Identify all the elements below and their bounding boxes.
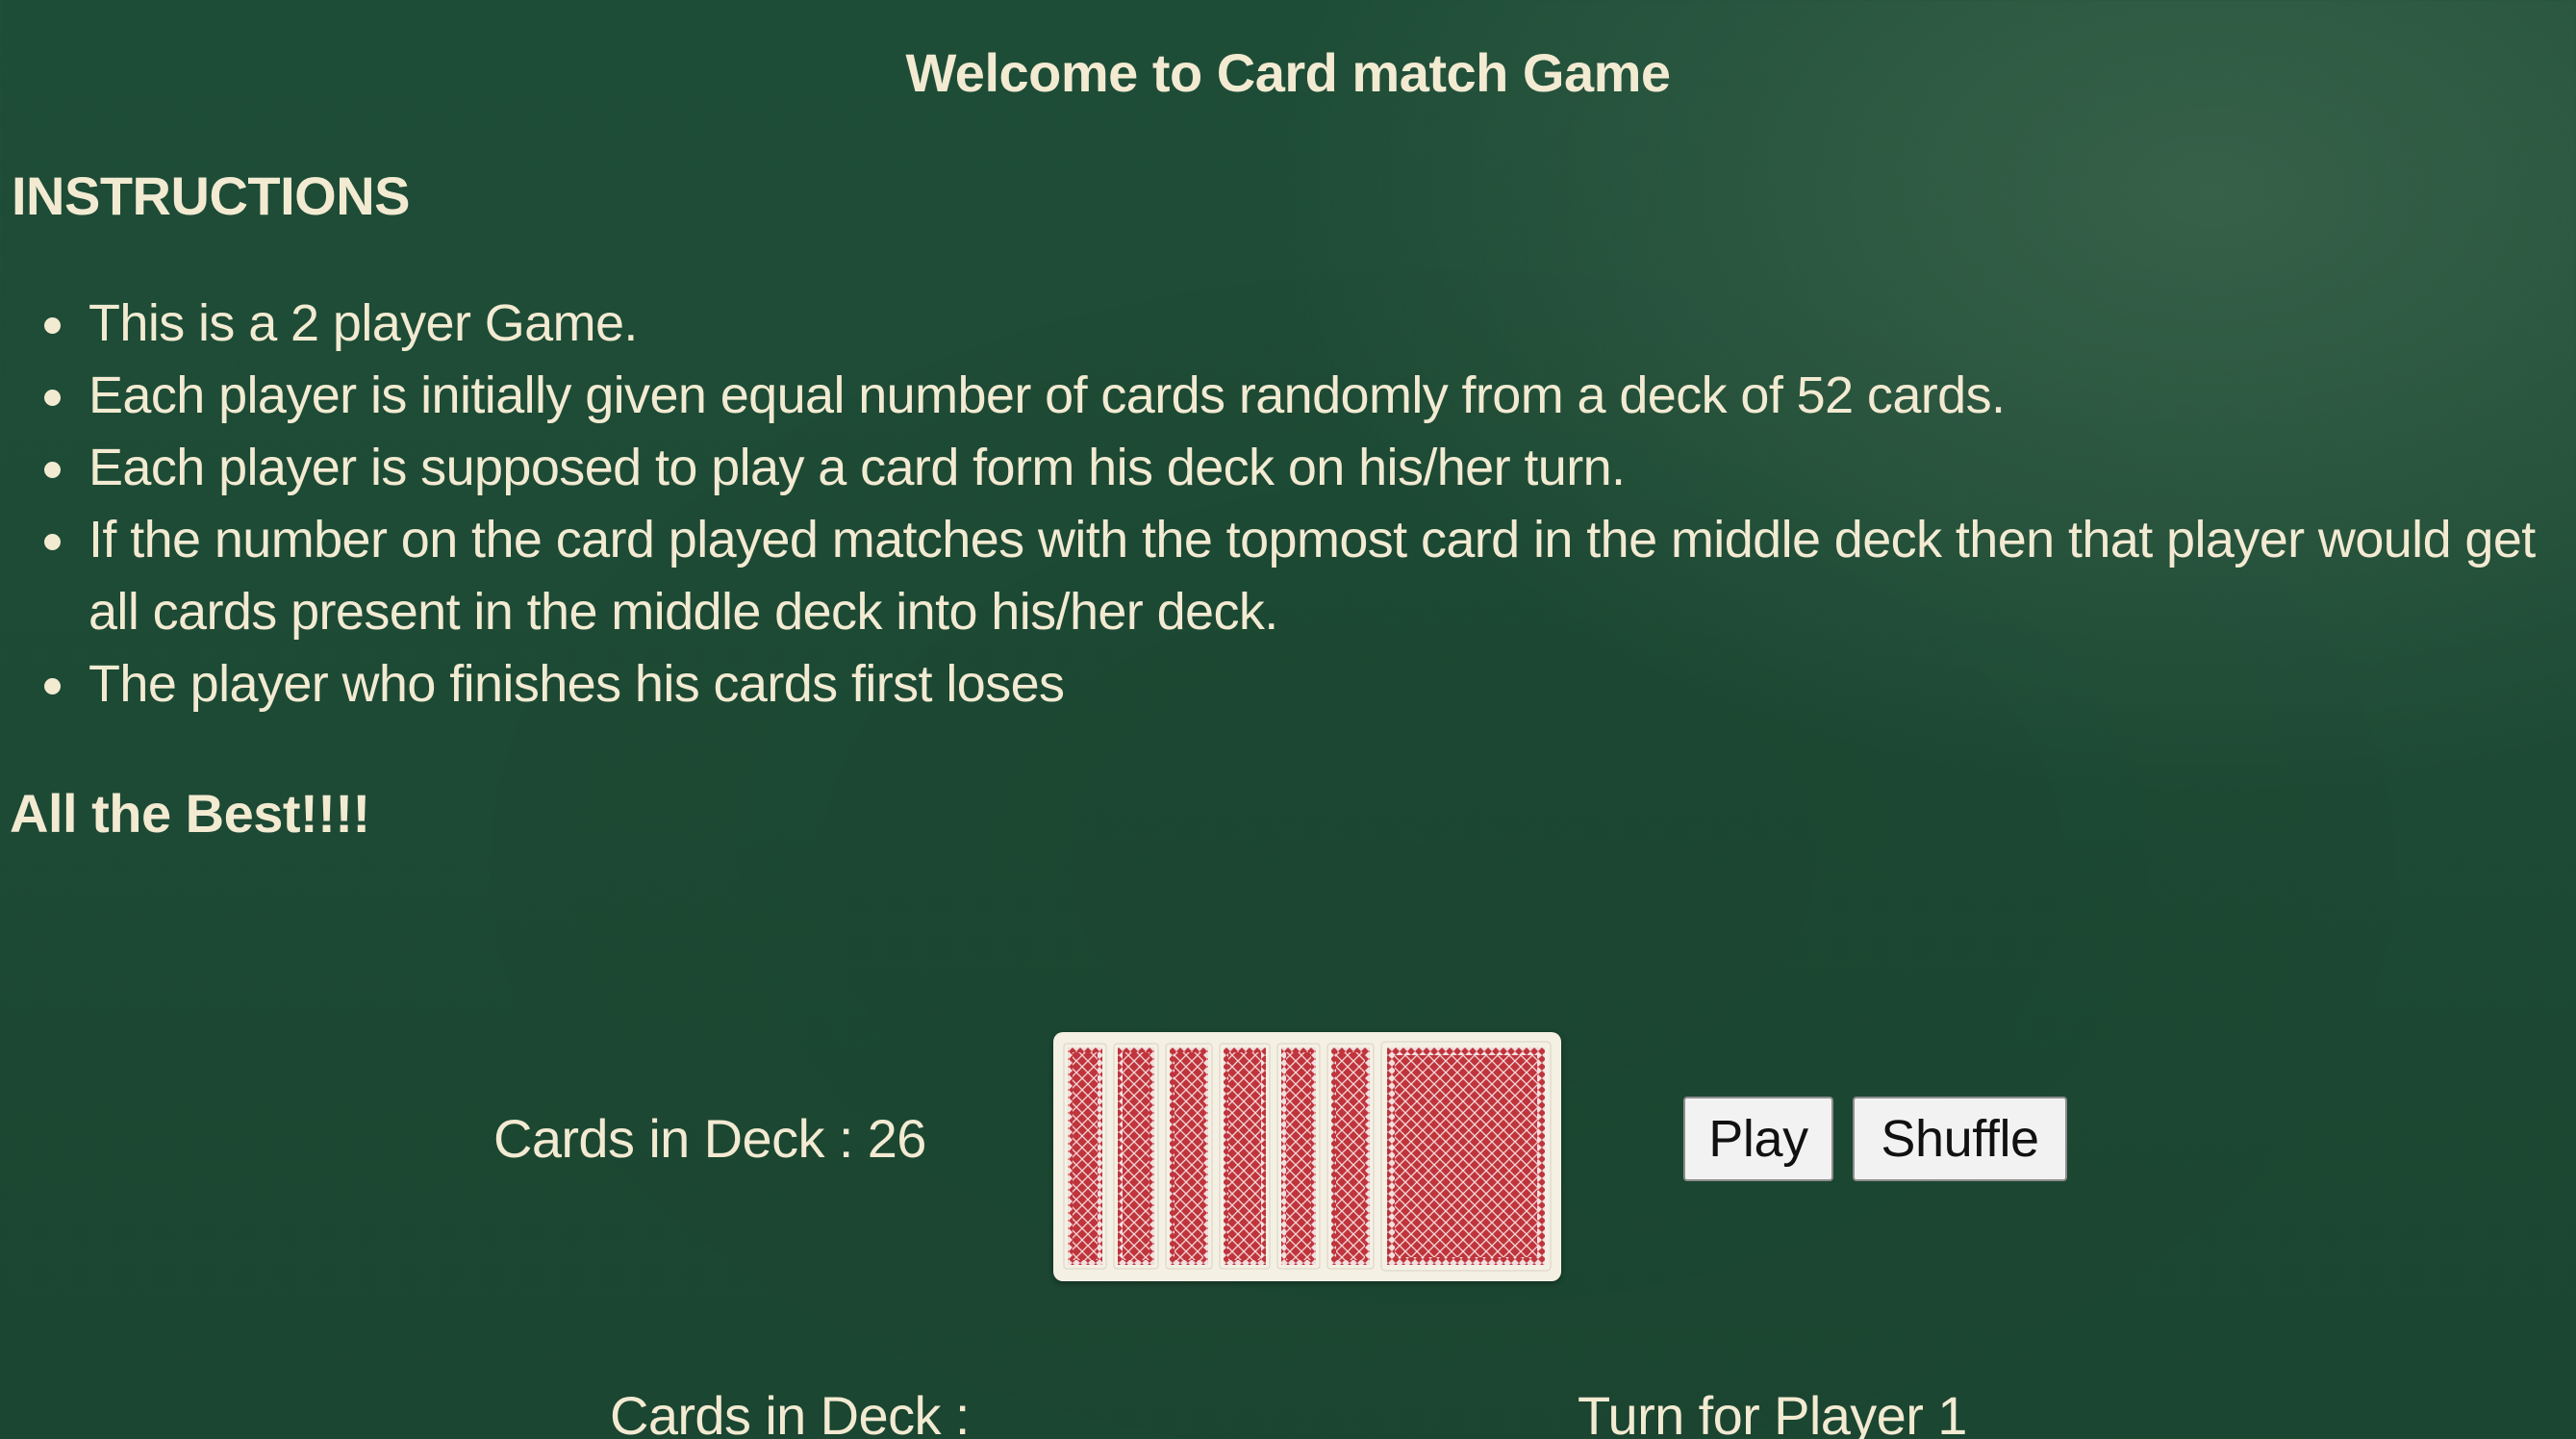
farewell-message: All the Best!!!! — [10, 783, 370, 844]
instructions-heading: INSTRUCTIONS — [12, 165, 411, 226]
instruction-item: Each player is initially given equal num… — [44, 360, 2551, 432]
card-sliver — [1165, 1043, 1213, 1270]
instruction-item: The player who finishes his cards first … — [44, 648, 2551, 720]
card-sliver — [1063, 1043, 1107, 1270]
instruction-item: This is a 2 player Game. — [44, 288, 2551, 360]
instructions-list: This is a 2 player Game. Each player is … — [44, 288, 2551, 720]
card-sliver — [1113, 1043, 1159, 1270]
play-button[interactable]: Play — [1683, 1097, 1833, 1181]
player-deck-count: Cards in Deck : 26 — [493, 1108, 926, 1169]
page-title: Welcome to Card match Game — [905, 42, 1671, 103]
card-sliver — [1276, 1043, 1321, 1270]
instruction-item: Each player is supposed to play a card f… — [44, 432, 2551, 504]
top-card-back — [1380, 1041, 1552, 1272]
card-sliver — [1219, 1043, 1271, 1270]
card-sliver — [1326, 1043, 1375, 1270]
turn-indicator: Turn for Player 1 — [1578, 1385, 1967, 1439]
card-back-stack-icon — [1053, 1032, 1561, 1281]
instruction-item: If the number on the card played matches… — [44, 504, 2551, 648]
opponent-deck-count: Cards in Deck : — [610, 1385, 970, 1439]
shuffle-button[interactable]: Shuffle — [1853, 1097, 2067, 1181]
